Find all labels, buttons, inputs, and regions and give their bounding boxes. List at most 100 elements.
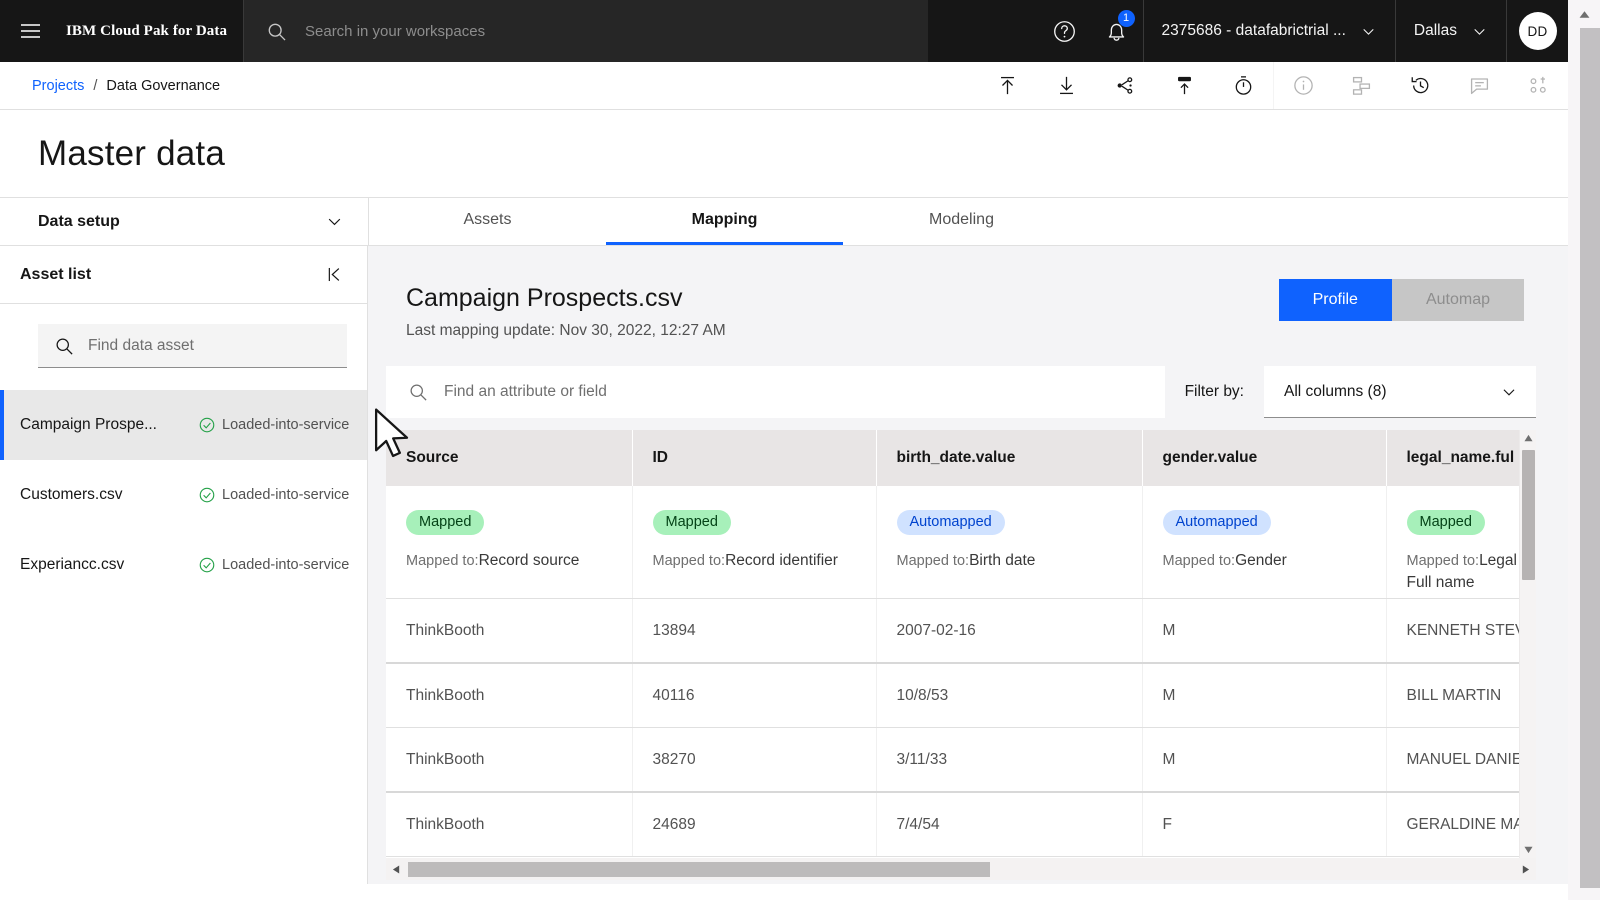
browser-scroll-track[interactable] (1574, 28, 1600, 900)
secondary-nav-bar: Data setup Assets Mapping Modeling (0, 198, 1568, 246)
column-header-birth-date[interactable]: birth_date.value (876, 430, 1143, 486)
brand-title: IBM Cloud Pak for Data (66, 22, 228, 39)
cell-birth-date: 2007-02-16 (876, 598, 1143, 664)
cell-birth-date: 10/8/53 (876, 662, 1143, 728)
automap-button: Automap (1391, 279, 1524, 321)
cell-id: 24689 (632, 791, 877, 857)
mapped-to-text: Mapped to:Birth date (896, 552, 1036, 569)
account-selector[interactable]: 2375686 - datafabrictrial ... (1142, 0, 1395, 62)
publish-icon[interactable] (978, 62, 1037, 110)
history-icon[interactable] (1391, 62, 1450, 110)
help-icon[interactable] (1039, 0, 1091, 62)
breadcrumb-separator: / (93, 77, 98, 94)
data-setup-dropdown[interactable]: Data setup (0, 198, 368, 245)
scroll-down-icon[interactable] (1520, 841, 1536, 858)
mapping-cell-id[interactable]: Mapped Mapped to:Record identifier (632, 486, 877, 599)
collapse-panel-icon[interactable] (324, 265, 343, 284)
avatar: DD (1518, 12, 1557, 50)
asset-list-item[interactable]: Customers.csv Loaded-into-service (0, 460, 367, 530)
download-icon[interactable] (1037, 62, 1096, 110)
comment-icon (1450, 62, 1509, 110)
cell-birth-date: 3/11/33 (876, 727, 1143, 793)
hamburger-menu-icon[interactable] (6, 0, 54, 62)
browser-scrollbar[interactable] (1568, 0, 1600, 900)
table-header-row: Source ID birth_date.value gender.value … (386, 430, 1529, 486)
asset-list-panel: Asset list Find data asset Campaign Pros… (0, 246, 368, 884)
table-row[interactable]: ThinkBooth 40116 10/8/53 M BILL MARTIN (386, 662, 1529, 728)
table-vertical-scroll-thumb[interactable] (1522, 450, 1535, 580)
data-setup-label: Data setup (38, 212, 120, 230)
table-horizontal-scrollbar[interactable] (386, 858, 1536, 880)
cell-legal-name: MANUEL DANIE (1386, 727, 1529, 793)
table-row[interactable]: ThinkBooth 38270 3/11/33 M MANUEL DANIE (386, 727, 1529, 793)
status-badge: Automapped (1162, 510, 1271, 535)
tab-assets[interactable]: Assets (369, 198, 606, 245)
search-icon (410, 384, 427, 401)
asset-name: Campaign Prospe... (20, 416, 157, 433)
asset-list: Campaign Prospe... Loaded-into-service C… (0, 390, 367, 600)
scroll-left-icon[interactable] (388, 858, 405, 880)
scroll-right-icon[interactable] (1517, 858, 1534, 880)
timer-icon[interactable] (1214, 62, 1273, 110)
search-icon (56, 338, 73, 355)
scroll-up-icon[interactable] (1520, 430, 1536, 447)
page-title: Master data (38, 133, 226, 173)
status-badge: Mapped (1406, 510, 1485, 535)
mapping-cell-source[interactable]: Mapped Mapped to:Record source (386, 486, 633, 599)
mapping-cell-gender[interactable]: Automapped Mapped to:Gender (1142, 486, 1387, 599)
column-header-legal-name[interactable]: legal_name.ful (1386, 430, 1529, 486)
column-filter-select[interactable]: All columns (8) (1264, 366, 1536, 418)
promote-icon[interactable] (1155, 62, 1214, 110)
notification-badge: 1 (1117, 10, 1135, 27)
cell-legal-name: BILL MARTIN (1386, 662, 1529, 728)
mapped-to-text: Mapped to:Record source (406, 552, 580, 569)
asset-list-item[interactable]: Experiancc.csv Loaded-into-service (0, 530, 367, 600)
column-header-gender[interactable]: gender.value (1142, 430, 1387, 486)
check-circle-icon (199, 487, 215, 503)
asset-search-input[interactable]: Find data asset (38, 324, 347, 368)
asset-status-label: Loaded-into-service (222, 417, 350, 433)
table-horizontal-scroll-thumb[interactable] (408, 862, 990, 877)
chevron-down-icon (328, 218, 341, 226)
page-title-bar: Master data (0, 110, 1568, 198)
user-avatar-button[interactable]: DD (1506, 0, 1568, 62)
attribute-search-input[interactable]: Find an attribute or field (386, 366, 1165, 418)
search-icon (268, 23, 286, 40)
asset-list-title: Asset list (20, 265, 92, 283)
chevron-down-icon (1474, 28, 1485, 35)
region-selector[interactable]: Dallas (1394, 0, 1506, 62)
header-spacer (928, 0, 1039, 62)
column-header-source[interactable]: Source (386, 430, 633, 486)
asset-status-label: Loaded-into-service (222, 487, 350, 503)
asset-status-label: Loaded-into-service (222, 557, 350, 573)
mapping-cell-legal-name[interactable]: Mapped Mapped to:Legal Full name (1386, 486, 1529, 599)
cell-birth-date: 7/4/54 (876, 791, 1143, 857)
mapping-cell-birth-date[interactable]: Automapped Mapped to:Birth date (876, 486, 1143, 599)
column-header-id[interactable]: ID (632, 430, 877, 486)
cell-legal-name: GERALDINE MA (1386, 791, 1529, 857)
table-row[interactable]: ThinkBooth 13894 2007-02-16 M KENNETH ST… (386, 598, 1529, 664)
table-row[interactable]: ThinkBooth 24689 7/4/54 F GERALDINE MA (386, 791, 1529, 857)
browser-scroll-thumb[interactable] (1580, 28, 1600, 888)
global-search-input[interactable]: Search in your workspaces (244, 0, 928, 62)
browser-scroll-up-icon[interactable] (1568, 0, 1600, 28)
cell-gender: M (1142, 662, 1387, 728)
breadcrumb-projects-link[interactable]: Projects (32, 78, 84, 94)
info-icon (1273, 61, 1332, 110)
tab-modeling[interactable]: Modeling (843, 198, 1080, 245)
asset-name: Experiancc.csv (20, 556, 125, 573)
asset-name: Customers.csv (20, 486, 123, 503)
lineage-icon[interactable] (1096, 62, 1155, 110)
asset-status: Loaded-into-service (198, 486, 349, 504)
profile-button[interactable]: Profile (1278, 279, 1392, 321)
cell-gender: M (1142, 598, 1387, 664)
asset-list-item[interactable]: Campaign Prospe... Loaded-into-service (0, 390, 367, 460)
collaborators-icon (1509, 62, 1568, 110)
mapped-to-text: Mapped to:Legal Full name (1406, 552, 1518, 592)
table-vertical-scrollbar[interactable] (1519, 430, 1536, 858)
tab-mapping[interactable]: Mapping (606, 198, 843, 245)
content-tabs: Assets Mapping Modeling (368, 198, 1080, 245)
global-header: IBM Cloud Pak for Data Search in your wo… (0, 0, 1568, 62)
notifications-icon[interactable]: 1 (1091, 0, 1143, 62)
region-label: Dallas (1413, 22, 1457, 39)
